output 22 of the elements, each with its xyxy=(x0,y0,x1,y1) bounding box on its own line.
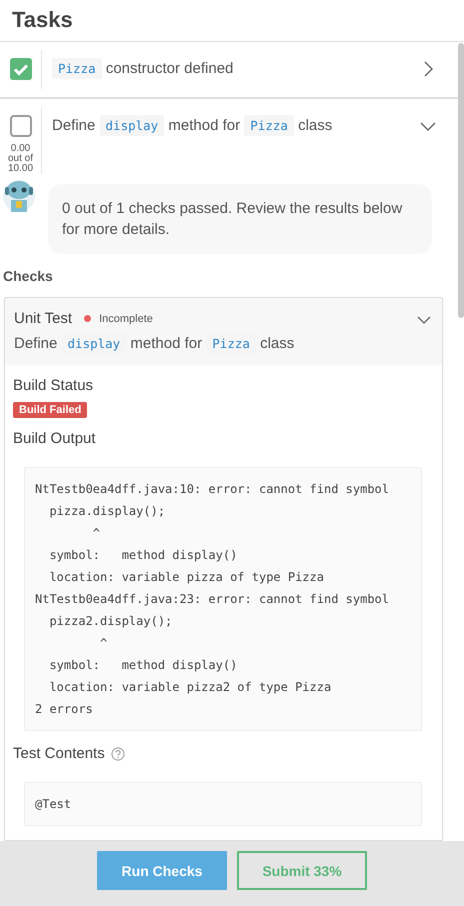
score-text: 0.00 out of 10.00 xyxy=(6,144,34,174)
section-heading: Checks xyxy=(2,267,54,286)
status-badge: Build Failed xyxy=(13,402,88,418)
section-heading: Build Status xyxy=(13,377,94,394)
section-heading: Test Contents xyxy=(13,745,105,762)
section-heading: Build Output xyxy=(13,430,97,447)
feedback-message: 0 out of 1 checks passed. Review the results below for more details. xyxy=(48,184,432,254)
check-type: Unit Test xyxy=(14,310,72,327)
code-block: NtTestb0ea4dff.java:10: error: cannot find symbol pizza.display(); ^ symbol: method display() location: variable pizza of type Pizza NtTestb0ea4dff.java:23: error: cannot find symbol pizza2.display(); ^ symbol: method display() location: variable pizza2 of type Pizza 2 errors xyxy=(24,467,422,731)
task-title: Pizza constructor defined xyxy=(52,59,418,79)
page-title: Tasks xyxy=(0,0,464,42)
check-title: Define display method for Pizza class xyxy=(14,335,296,352)
scrollbar-thumb[interactable] xyxy=(458,43,464,318)
help-icon[interactable] xyxy=(110,746,125,760)
checkbox[interactable] xyxy=(10,58,32,80)
code-block: @Test xyxy=(24,782,422,826)
task-title: Define display method for Pizza class xyxy=(52,116,334,136)
run-checks-button[interactable]: Run Checks xyxy=(97,851,227,890)
submit-button[interactable]: Submit 33% xyxy=(237,851,367,890)
robot-icon xyxy=(2,178,36,214)
status-text: Incomplete xyxy=(99,312,153,324)
checkbox[interactable] xyxy=(10,115,32,137)
